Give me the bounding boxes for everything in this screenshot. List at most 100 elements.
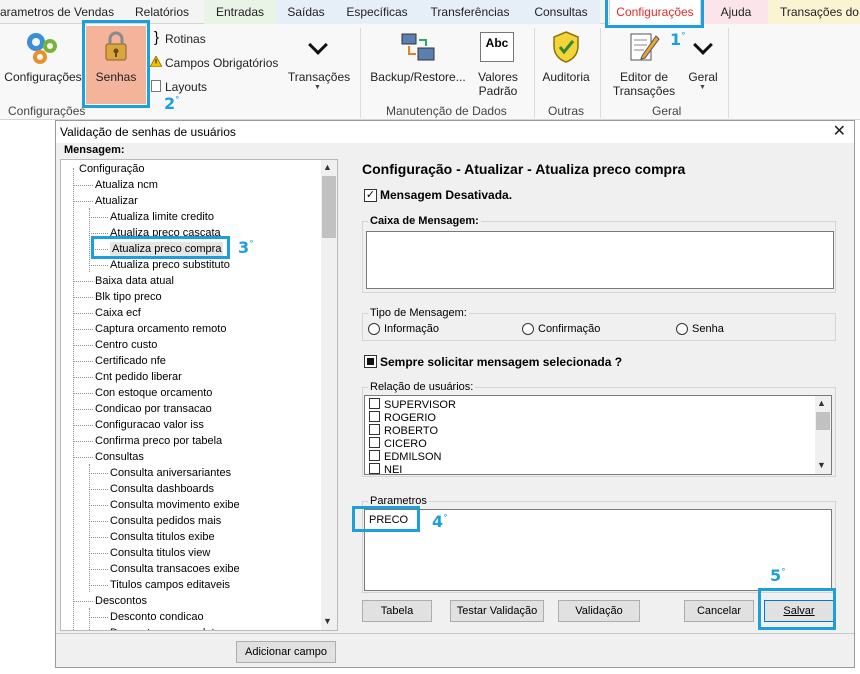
tree-root[interactable]: Configuração — [79, 162, 144, 176]
testar-validacao-button[interactable]: Testar Validação — [450, 600, 544, 622]
step-5-highlight — [758, 588, 836, 630]
tree-item[interactable]: Consulta pedidos mais — [110, 514, 221, 528]
tabela-button[interactable]: Tabela — [362, 600, 432, 622]
user-list-item[interactable]: NEI — [369, 463, 402, 477]
sempre-solicitar-checkbox[interactable] — [364, 355, 377, 368]
background-area — [0, 121, 55, 674]
user-list-item[interactable]: ROBERTO — [369, 424, 438, 438]
tree-item[interactable]: Con estoque orcamento — [95, 386, 212, 400]
tree-item[interactable]: Atualiza preco substituto — [110, 258, 230, 272]
tab-saidas[interactable]: Saídas — [276, 0, 336, 24]
user-checkbox[interactable] — [369, 411, 380, 422]
user-checkbox[interactable] — [369, 437, 380, 448]
tree-item[interactable]: Atualizar — [95, 194, 138, 208]
tree-item[interactable]: Blk tipo preco — [95, 290, 162, 304]
tree-item[interactable]: Centro custo — [95, 338, 157, 352]
step-1-label: 1° — [670, 30, 686, 49]
tree-item[interactable]: Baixa data atual — [95, 274, 174, 288]
valores-padrao-button[interactable]: Valores Padrão — [472, 70, 524, 98]
cancelar-button[interactable]: Cancelar — [684, 600, 754, 622]
mensagem-desativada-label: Mensagem Desativada. — [380, 188, 513, 202]
radio-senha-label: Senha — [692, 323, 724, 335]
editor-transacoes-button[interactable]: Editor de Transações — [604, 70, 684, 98]
scroll-up-icon[interactable]: ▲ — [323, 162, 332, 172]
tree-item[interactable]: Desconto condicao — [110, 610, 204, 624]
warning-icon — [149, 54, 163, 68]
tree-connector — [74, 601, 93, 602]
caixa-mensagem-textarea[interactable] — [366, 231, 834, 289]
group-separator — [600, 28, 601, 118]
tree-connector — [89, 617, 108, 618]
tree-item[interactable]: Configuracao valor iss — [95, 418, 204, 432]
tab-ajuda[interactable]: Ajuda — [704, 0, 768, 24]
adicionar-campo-button[interactable]: Adicionar campo — [236, 641, 336, 663]
radio-informacao[interactable] — [368, 323, 380, 335]
user-checkbox[interactable] — [369, 424, 380, 435]
backup-restore-button[interactable]: Backup/Restore... — [368, 70, 468, 84]
user-list-item[interactable]: SUPERVISOR — [369, 398, 456, 412]
tree-item[interactable]: Consulta dashboards — [110, 482, 214, 496]
tree-connector — [89, 217, 108, 218]
tab-consultas[interactable]: Consultas — [522, 0, 600, 24]
users-list[interactable]: SUPERVISOR ROGERIO ROBERTO CICERO EDMILSON NE… — [364, 395, 832, 477]
tree-item[interactable]: Consulta transacoes exibe — [110, 562, 240, 576]
tree-item[interactable]: Desconto max produto — [110, 626, 221, 630]
tree-scrollbar[interactable]: ▲ ▼ — [321, 160, 337, 630]
tree-item[interactable]: Consulta titulos exibe — [110, 530, 215, 544]
brace-icon: } — [154, 29, 160, 46]
tree-item[interactable]: Consultas — [95, 450, 144, 464]
scroll-down-icon[interactable]: ▼ — [323, 616, 332, 626]
tree-item[interactable]: Descontos — [95, 594, 147, 608]
dropdown-arrow-icon: ▼ — [699, 84, 706, 91]
step-3-highlight — [91, 236, 230, 259]
rotinas-button[interactable]: Rotinas — [165, 32, 206, 46]
tree-item[interactable]: Consulta titulos view — [110, 546, 210, 560]
radio-confirmacao[interactable] — [522, 323, 534, 335]
campos-obrigatorios-button[interactable]: Campos Obrigatórios — [165, 56, 278, 70]
tree-item[interactable]: Consulta aniversariantes — [110, 466, 231, 480]
mensagem-label: Mensagem: — [64, 144, 125, 156]
tree-item[interactable]: Certificado nfe — [95, 354, 166, 368]
user-checkbox[interactable] — [369, 398, 380, 409]
message-tree[interactable]: Configuração Atualiza ncm Atualizar Atuali… — [60, 159, 338, 631]
tree-item[interactable]: Caixa ecf — [95, 306, 141, 320]
tree-item[interactable]: Atualiza limite credito — [110, 210, 214, 224]
gear-cluster-icon — [24, 30, 60, 66]
scroll-down-icon[interactable]: ▼ — [817, 460, 826, 470]
users-scrollbar[interactable]: ▲ ▼ — [815, 396, 831, 474]
user-name: ROGERIO — [384, 412, 436, 424]
user-list-item[interactable]: ROGERIO — [369, 411, 436, 425]
tree-item[interactable]: Condicao por transacao — [95, 402, 212, 416]
configuracoes-button-label[interactable]: Configurações — [4, 70, 82, 84]
scroll-thumb[interactable] — [816, 412, 830, 430]
tab-transacoes[interactable]: Transações do I — [768, 0, 860, 24]
auditoria-button[interactable]: Auditoria — [536, 70, 596, 84]
tab-transferencias[interactable]: Transferências — [418, 0, 522, 24]
validacao-button[interactable]: Validação — [558, 600, 640, 622]
tree-item[interactable]: Confirma preco por tabela — [95, 434, 222, 448]
tree-connector — [74, 425, 93, 426]
scroll-thumb[interactable] — [322, 176, 336, 238]
geral-dropdown[interactable]: Geral — [684, 70, 722, 84]
transacoes-dropdown[interactable]: Transações — [286, 70, 352, 84]
scroll-up-icon[interactable]: ▲ — [817, 398, 826, 408]
tree-item[interactable]: Captura orcamento remoto — [95, 322, 226, 336]
group-label-configuracoes: Configurações — [8, 104, 86, 118]
chevron-down-icon — [308, 35, 328, 55]
user-checkbox[interactable] — [369, 463, 380, 474]
radio-senha[interactable] — [676, 323, 688, 335]
user-name: ROBERTO — [384, 425, 438, 437]
mensagem-desativada-checkbox[interactable]: ✓ — [364, 189, 377, 202]
tree-item[interactable]: Titulos campos editaveis — [110, 578, 230, 592]
tree-item[interactable]: Cnt pedido liberar — [95, 370, 182, 384]
tree-item[interactable]: Atualiza ncm — [95, 178, 158, 192]
tab-especificas[interactable]: Específicas — [336, 0, 418, 24]
tree-connector — [74, 457, 93, 458]
tree-item[interactable]: Consulta movimento exibe — [110, 498, 240, 512]
tab-entradas[interactable]: Entradas — [204, 0, 276, 24]
user-list-item[interactable]: EDMILSON — [369, 450, 441, 464]
close-icon[interactable]: ✕ — [833, 123, 846, 141]
user-checkbox[interactable] — [369, 450, 380, 461]
layouts-button[interactable]: Layouts — [165, 80, 207, 94]
user-list-item[interactable]: CICERO — [369, 437, 427, 451]
